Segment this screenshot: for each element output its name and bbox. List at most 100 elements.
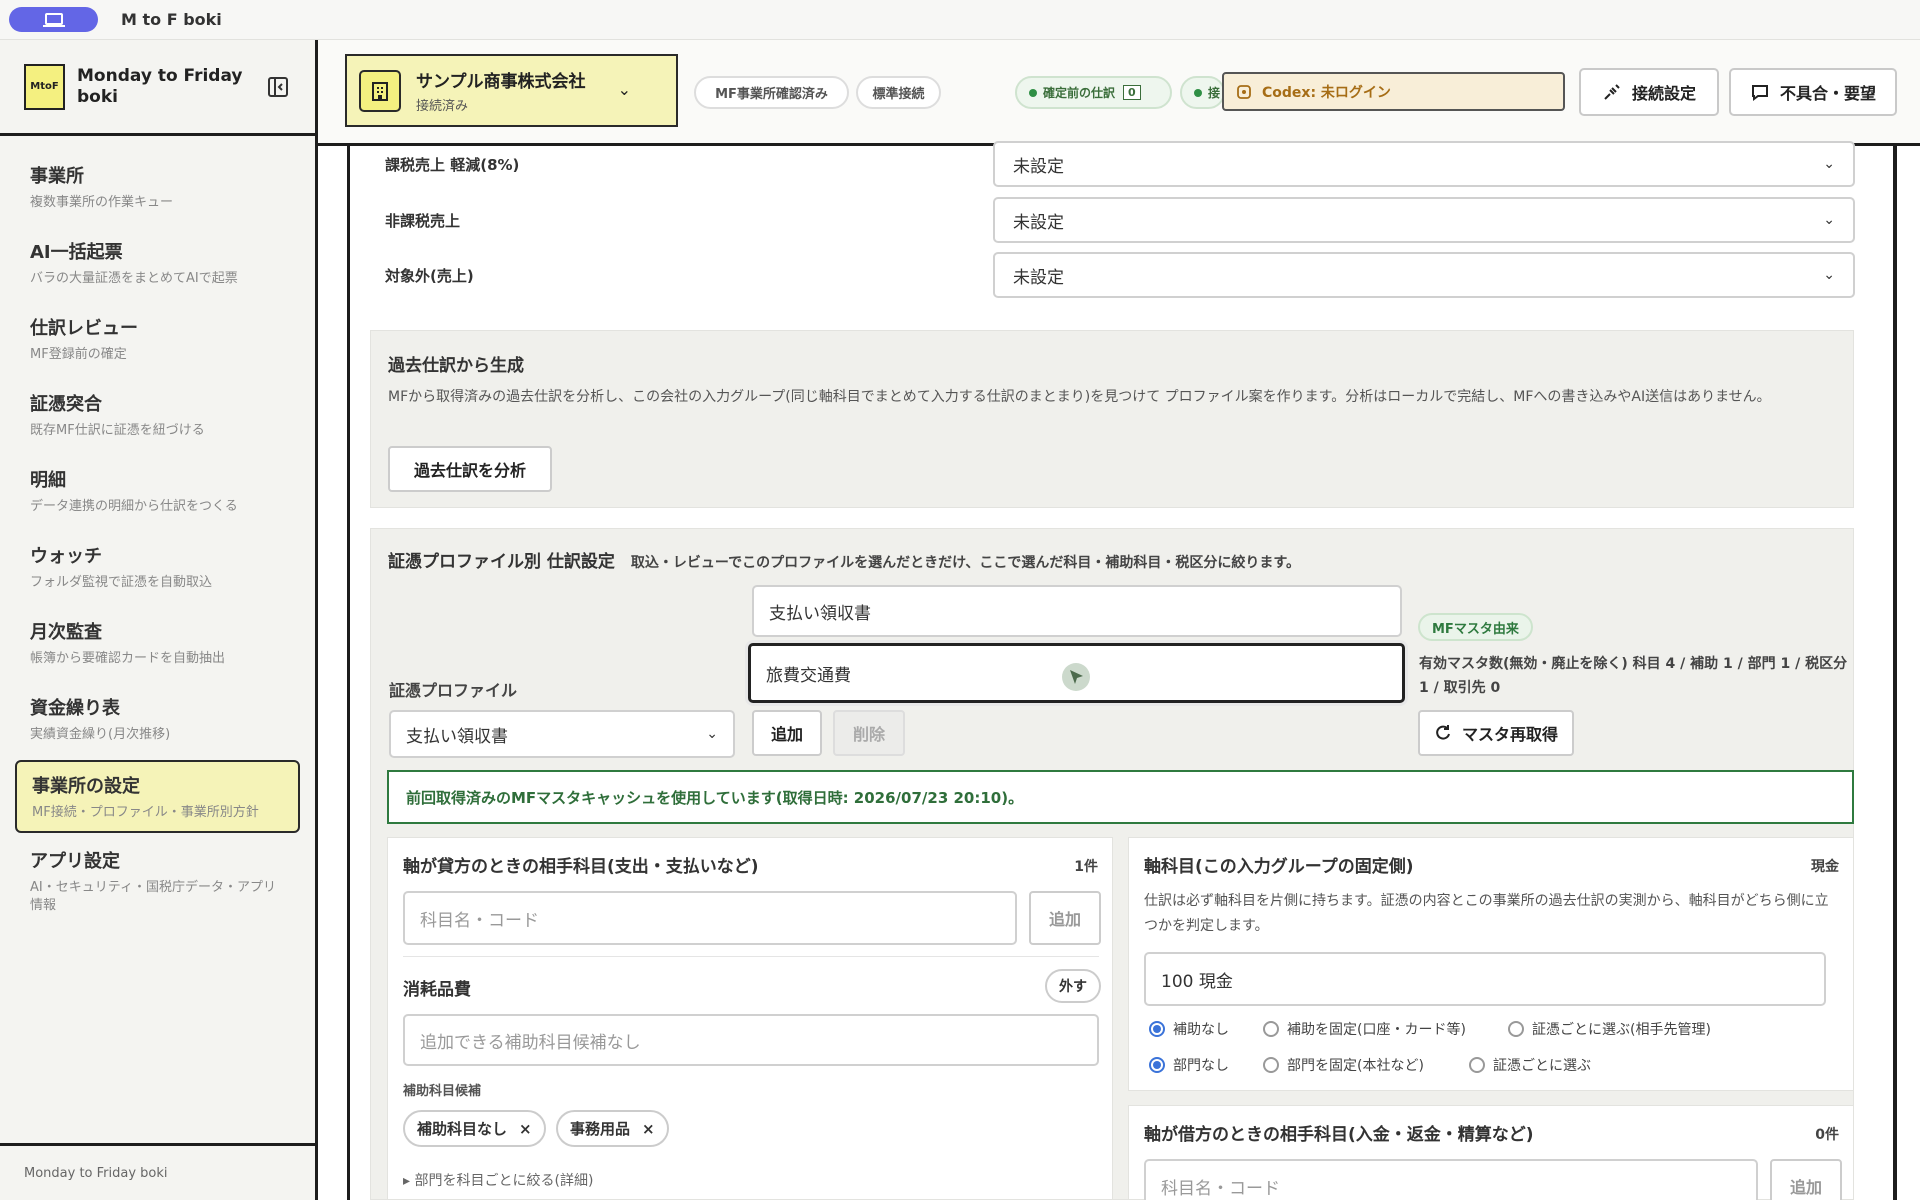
company-name: サンプル商事株式会社 bbox=[416, 72, 586, 92]
radio-label: 補助を固定(口座・カード等) bbox=[1287, 1022, 1466, 1038]
profile-desc: 取込・レビューでこのプロファイルを選んだときだけ、ここで選んだ科目・補助科目・税… bbox=[630, 555, 1300, 571]
codex-login-status[interactable]: Codex: 未ログイン bbox=[1222, 72, 1565, 111]
sidebar-item-label: 明細 bbox=[30, 470, 66, 491]
sidebar-item-office-settings[interactable]: 事業所の設定 MF接続・プロファイル・事業所別方針 bbox=[15, 760, 300, 833]
credit-account-card: 軸が貸方のときの相手科目(支出・支払いなど) 1件 科目名・コード 追加 消耗品… bbox=[387, 837, 1113, 1200]
sidebar-collapse-icon[interactable] bbox=[267, 76, 289, 98]
sidebar-item-sub: MF登録前の確定 bbox=[30, 347, 127, 362]
refresh-master-button[interactable]: マスタ再取得 bbox=[1418, 710, 1574, 756]
radio-icon bbox=[1508, 1021, 1524, 1037]
sidebar-item-watch[interactable]: ウォッチ フォルダ監視で証憑を自動取込 bbox=[15, 532, 300, 604]
company-switcher[interactable]: サンプル商事株式会社 接続済み ⌄ bbox=[345, 54, 678, 127]
refresh-master-label: マスタ再取得 bbox=[1461, 725, 1558, 744]
sidebar-item-ai-bulk[interactable]: AI一括起票 バラの大量証憑をまとめてAIで起票 bbox=[15, 228, 300, 300]
pending-journals-status[interactable]: 確定前の仕訳 0 bbox=[1015, 76, 1172, 109]
pending-label: 確定前の仕訳 bbox=[1043, 86, 1116, 100]
sidebar: MtoF Monday to Friday boki 事業所 複数事業所の作業キュ… bbox=[0, 40, 318, 1200]
chevron-down-icon: ⌄ bbox=[1823, 267, 1835, 283]
sidebar-item-label: 事業所の設定 bbox=[32, 776, 140, 797]
sidebar-item-sub: 複数事業所の作業キュー bbox=[30, 195, 174, 210]
status-dot-icon bbox=[1029, 88, 1037, 97]
pending-count: 0 bbox=[1123, 85, 1141, 100]
sidebar-item-sub: バラの大量証憑をまとめてAIで起票 bbox=[30, 271, 238, 286]
content-border-right bbox=[1893, 146, 1897, 1200]
sidebar-item-sub: 実績資金繰り(月次推移) bbox=[30, 727, 171, 742]
sidebar-item-label: 証憑突合 bbox=[30, 394, 102, 415]
profile-name-input[interactable]: 支払い領収書 bbox=[752, 585, 1402, 637]
radio-no-dept[interactable]: 部門なし bbox=[1149, 1055, 1229, 1075]
sub-account-input[interactable]: 追加できる補助科目候補なし bbox=[403, 1014, 1099, 1066]
sidebar-item-sub: 帳簿から要確認カードを自動抽出 bbox=[30, 651, 226, 666]
radio-checked-icon bbox=[1149, 1021, 1165, 1037]
sub-account-placeholder: 追加できる補助科目候補なし bbox=[420, 1032, 641, 1053]
mf-master-badge: MFマスタ由来 bbox=[1418, 613, 1533, 641]
account-input-value: 旅費交通費 bbox=[766, 665, 851, 686]
radio-fixed-dept[interactable]: 部門を固定(本社など) bbox=[1263, 1055, 1424, 1075]
credit-account-input[interactable]: 科目名・コード bbox=[403, 891, 1017, 945]
debit-add-button[interactable]: 追加 bbox=[1770, 1159, 1842, 1200]
sidebar-item-app-settings[interactable]: アプリ設定 AI・セキュリティ・国税庁データ・アプリ情報 bbox=[15, 837, 300, 913]
profile-select[interactable]: 支払い領収書 ⌄ bbox=[389, 710, 735, 758]
tax-select[interactable]: 未設定 ⌄ bbox=[993, 252, 1855, 298]
radio-icon bbox=[1263, 1021, 1279, 1037]
sidebar-item-journal-review[interactable]: 仕訳レビュー MF登録前の確定 bbox=[15, 304, 300, 376]
credit-add-button[interactable]: 追加 bbox=[1029, 891, 1101, 945]
radio-per-receipt-sub[interactable]: 証憑ごとに選ぶ(相手先管理) bbox=[1508, 1019, 1711, 1039]
add-profile-button[interactable]: 追加 bbox=[752, 710, 822, 756]
credit-card-title: 軸が貸方のときの相手科目(支出・支払いなど) bbox=[403, 857, 759, 877]
sidebar-item-sub: データ連携の明細から仕訳をつくる bbox=[30, 499, 238, 514]
tax-select-value: 未設定 bbox=[1013, 156, 1064, 177]
tax-select-value: 未設定 bbox=[1013, 267, 1064, 288]
radio-label: 部門なし bbox=[1173, 1058, 1229, 1074]
building-icon bbox=[359, 69, 401, 112]
divider bbox=[403, 956, 1099, 957]
sidebar-item-statements[interactable]: 明細データ連携の明細から仕訳をつくる bbox=[15, 456, 300, 528]
remove-account-button[interactable]: 外す bbox=[1045, 969, 1101, 1003]
sidebar-item-matching[interactable]: 証憑突合 既存MF仕訳に証憑を紐づける bbox=[15, 380, 300, 452]
connection-settings-button[interactable]: 接続設定 bbox=[1579, 68, 1719, 116]
status-dot-icon bbox=[1194, 88, 1202, 97]
sidebar-item-sub: AI・セキュリティ・国税庁データ・アプリ情報 bbox=[30, 880, 276, 913]
radio-per-receipt-dept[interactable]: 証憑ごとに選ぶ bbox=[1469, 1055, 1591, 1075]
sidebar-item-monthly-audit[interactable]: 月次監査 帳簿から要確認カードを自動抽出 bbox=[15, 608, 300, 680]
account-item-name: 消耗品費 bbox=[403, 980, 471, 1000]
sidebar-item-offices[interactable]: 事業所 複数事業所の作業キュー bbox=[15, 152, 300, 224]
account-input[interactable]: 旅費交通費 bbox=[748, 643, 1405, 703]
sidebar-item-label: 資金繰り表 bbox=[30, 698, 120, 719]
debit-card-count: 0件 bbox=[1815, 1127, 1839, 1143]
debit-account-input[interactable]: 科目名・コード bbox=[1144, 1159, 1758, 1200]
standard-connection-pill: 標準接続 bbox=[856, 76, 941, 109]
refresh-icon bbox=[1436, 725, 1450, 740]
tax-select[interactable]: 未設定 ⌄ bbox=[993, 141, 1855, 187]
sidebar-item-label: 仕訳レビュー bbox=[30, 318, 138, 339]
analyze-past-button[interactable]: 過去仕訳を分析 bbox=[388, 446, 552, 492]
tax-row-label: 課税売上 軽減(8%) bbox=[385, 156, 520, 174]
tax-select[interactable]: 未設定 ⌄ bbox=[993, 197, 1855, 243]
past-journal-desc: MFから取得済みの過去仕訳を分析し、この会社の入力グループ(同じ軸科目でまとめて… bbox=[388, 389, 1771, 405]
axis-account-card: 軸科目(この入力グループの固定側) 現金 仕訳は必ず軸科目を片側に持ちます。証憑… bbox=[1128, 837, 1854, 1091]
chevron-down-icon: ⌄ bbox=[706, 726, 718, 742]
connection-status-label: 接 bbox=[1208, 86, 1221, 100]
cache-notice: 前回取得済みのMFマスタキャッシュを使用しています(取得日時: 2026/07/… bbox=[387, 770, 1854, 824]
axis-account-input[interactable]: 100 現金 bbox=[1144, 952, 1826, 1006]
brand: MtoF Monday to Friday boki bbox=[0, 40, 315, 136]
bug-report-button[interactable]: 不具合・要望 bbox=[1729, 68, 1897, 116]
close-icon[interactable]: × bbox=[519, 1120, 532, 1138]
sidebar-item-cashflow[interactable]: 資金繰り表実績資金繰り(月次推移) bbox=[15, 684, 300, 756]
radio-label: 部門を固定(本社など) bbox=[1287, 1058, 1424, 1074]
chevron-down-icon: ⌄ bbox=[1823, 156, 1835, 172]
connection-status[interactable]: 接 bbox=[1180, 76, 1225, 109]
sub-account-chip: 事務用品 × bbox=[556, 1110, 669, 1147]
radio-label: 証憑ごとに選ぶ(相手先管理) bbox=[1532, 1022, 1711, 1038]
sub-account-label: 補助科目候補 bbox=[403, 1084, 482, 1099]
radio-no-sub[interactable]: 補助なし bbox=[1149, 1019, 1229, 1039]
department-details-toggle[interactable]: ▸ 部門を科目ごとに絞る(詳細) bbox=[403, 1170, 593, 1190]
close-icon[interactable]: × bbox=[642, 1120, 655, 1138]
chevron-down-icon: ⌄ bbox=[1823, 212, 1835, 228]
delete-profile-button[interactable]: 削除 bbox=[833, 710, 905, 756]
radio-fixed-sub[interactable]: 補助を固定(口座・カード等) bbox=[1263, 1019, 1466, 1039]
message-icon bbox=[1751, 85, 1768, 101]
sidebar-item-label: アプリ設定 bbox=[30, 851, 120, 872]
profile-select-value: 支払い領収書 bbox=[406, 726, 508, 747]
app-menu-button[interactable] bbox=[9, 7, 98, 32]
